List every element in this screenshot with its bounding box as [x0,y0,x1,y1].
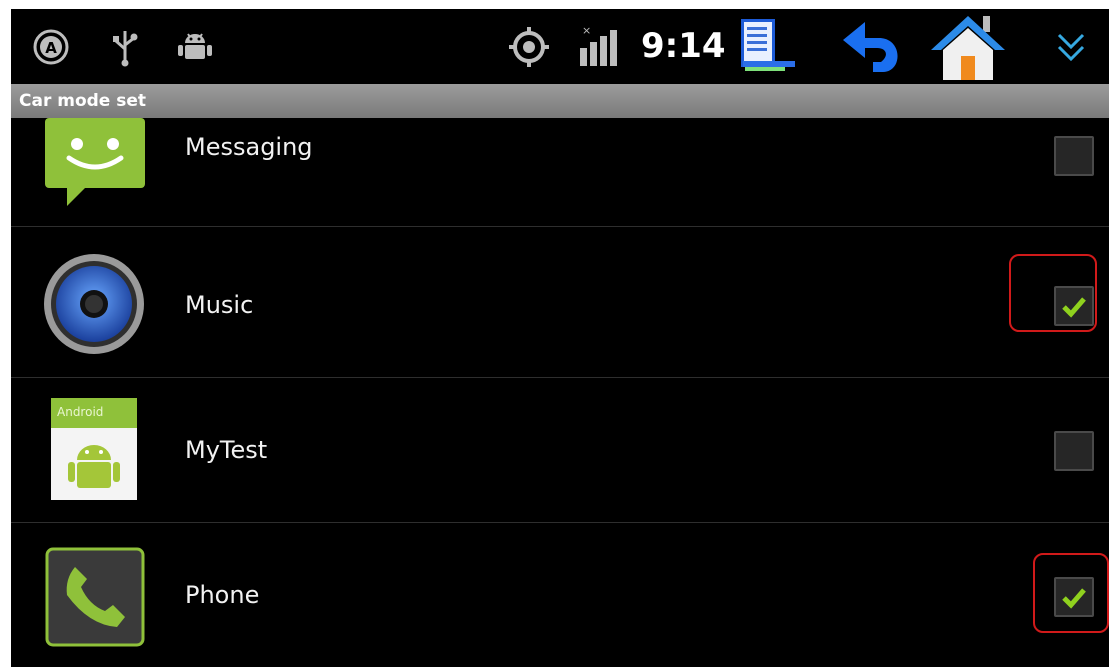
messaging-checkbox[interactable] [1054,136,1094,176]
list-item-label: Messaging [185,133,313,161]
location-target-icon [507,9,551,84]
svg-text:×: × [582,24,591,37]
music-speaker-icon [41,251,147,357]
expand-chevron-icon[interactable] [1051,9,1091,84]
android-app-icon: Android [51,398,137,500]
document-notification-icon[interactable] [737,9,799,84]
music-highlight-marker [1009,254,1097,332]
list-item-label: Phone [185,581,260,609]
phone-highlight-marker [1033,553,1109,633]
list-item-mytest[interactable]: Android MyTest [11,378,1109,523]
app-list: Messaging Music Android MyTest Phone [11,118,1109,667]
gps-auto-icon: A [31,9,71,84]
android-debug-icon [175,9,215,84]
list-item-messaging[interactable]: Messaging [11,118,1109,227]
back-arrow-icon[interactable] [837,9,903,84]
phone-icon [45,547,145,647]
list-item-label: MyTest [185,436,268,464]
list-item-label: Music [185,291,254,319]
svg-text:A: A [45,39,57,57]
list-item-phone[interactable]: Phone [11,523,1109,667]
list-item-music[interactable]: Music [11,233,1109,378]
clock: 9:14 [641,26,726,66]
android-screen: A × 9:14 Car mode set Messaging Music An… [11,9,1109,667]
screen-title: Car mode set [11,84,1109,118]
messaging-icon [41,118,147,220]
mytest-checkbox[interactable] [1054,431,1094,471]
svg-text:Android: Android [57,405,103,419]
signal-icon: × [577,9,621,84]
status-bar: A × 9:14 [11,9,1109,84]
usb-icon [109,9,141,84]
home-icon[interactable] [929,9,1007,84]
